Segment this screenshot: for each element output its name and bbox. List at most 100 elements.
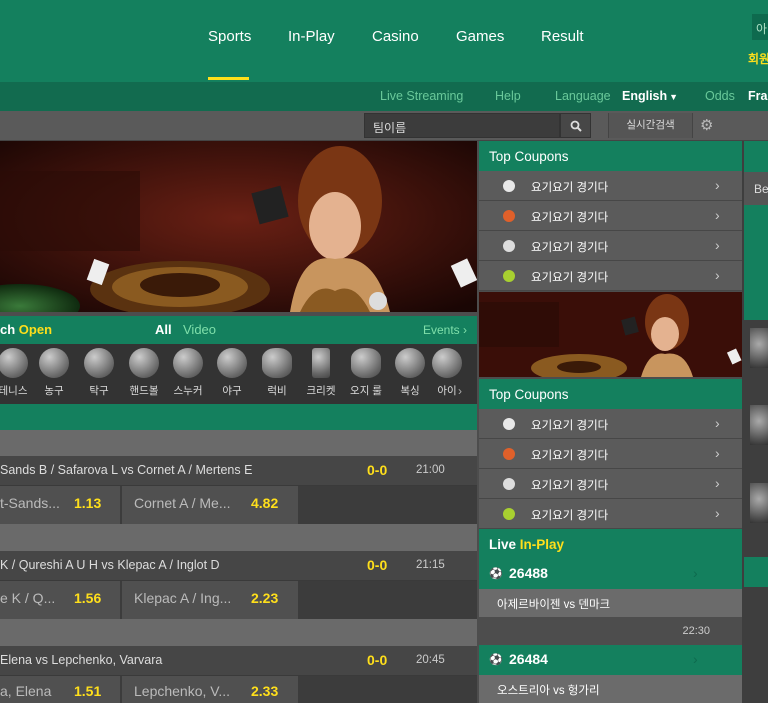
switch-title-open: Open [18, 322, 53, 337]
coupon-item[interactable]: 요기요기 경기다 › [479, 201, 742, 231]
coupon-item[interactable]: 요기요기 경기다 › [479, 261, 742, 291]
realtime-search-button[interactable]: 실시간검색 [608, 113, 693, 138]
language-value: English [622, 89, 668, 103]
match-separator [0, 619, 477, 646]
away-odds-value: 2.33 [251, 683, 279, 699]
away-odds-value: 2.23 [251, 590, 279, 606]
match-title-row[interactable]: K / Qureshi A U H vs Klepac A / Inglot D… [0, 551, 477, 581]
tennis-ball-icon [503, 508, 515, 520]
match-time: 21:00 [416, 464, 445, 476]
nav-in-play[interactable]: In-Play [288, 28, 335, 45]
sport-table-tennis[interactable]: 탁구 [77, 348, 121, 398]
nav-result[interactable]: Result [541, 28, 584, 45]
match-title: K / Qureshi A U H vs Klepac A / Inglot D [0, 558, 220, 572]
member-link[interactable]: 회원 [748, 50, 768, 67]
nav-casino[interactable]: Casino [372, 28, 419, 45]
live-event-header[interactable]: ⚽ 26488 › [479, 559, 742, 589]
away-odds-button[interactable]: Lepchenko, V... 2.33 [122, 676, 300, 703]
match-time: 20:45 [416, 654, 445, 666]
switch-title: ch Open [0, 322, 52, 337]
far-right-green-block [744, 205, 768, 320]
home-team-name: a, Elena [0, 683, 52, 699]
match-title-row[interactable]: Sands B / Safarova L vs Cornet A / Merte… [0, 456, 477, 486]
soccer-ball-icon [503, 180, 515, 192]
away-team-name: Cornet A / Me... [134, 495, 231, 511]
gear-icon[interactable]: ⚙ [700, 116, 713, 134]
ice-hockey-icon [432, 348, 462, 378]
home-odds-button[interactable]: e K / Q... 1.56 [0, 581, 122, 619]
sport-baseball[interactable]: 야구 [210, 348, 254, 398]
sport-basketball[interactable]: 농구 [32, 348, 76, 398]
away-odds-button[interactable]: Cornet A / Me... 4.82 [122, 486, 300, 524]
top-coupons-heading: Top Coupons [479, 379, 742, 409]
home-odds-value: 1.56 [74, 590, 102, 606]
thumbnail[interactable] [750, 405, 768, 445]
away-odds-button[interactable]: Klepac A / Ing... 2.23 [122, 581, 300, 619]
basketball-icon [39, 348, 69, 378]
coupon-item[interactable]: 요기요기 경기다 › [479, 499, 742, 529]
coupon-item[interactable]: 요기요기 경기다 › [479, 469, 742, 499]
team-search-input[interactable]: 팀이름 [364, 113, 560, 138]
language-select[interactable]: English ▼ [622, 89, 678, 103]
basketball-icon [503, 448, 515, 460]
user-box[interactable]: 아 [752, 14, 768, 40]
sport-cricket[interactable]: 크리켓 [299, 348, 343, 398]
live-event-teams[interactable]: 아제르바이젠 vs 덴마크 [479, 589, 742, 617]
odds-format-select[interactable]: Frac [748, 89, 768, 103]
coupon-label: 요기요기 경기다 [531, 510, 609, 522]
baseball-icon [217, 348, 247, 378]
search-button[interactable] [560, 113, 591, 138]
away-team-name: Klepac A / Ing... [134, 590, 232, 606]
sport-rugby[interactable]: 럭비 [255, 348, 299, 398]
live-event-header[interactable]: ⚽ 26484 › [479, 645, 742, 675]
sport-label: 오지 룰 [350, 385, 382, 397]
sport-handball[interactable]: 핸드볼 [122, 348, 166, 398]
odds-label: Odds [705, 89, 735, 103]
sport-ice-hockey[interactable]: 아이 [425, 348, 469, 398]
thumbnail[interactable] [750, 483, 768, 523]
sport-tennis[interactable]: 테니스 [0, 348, 35, 398]
chevron-right-icon: › [715, 445, 720, 461]
match-separator [0, 430, 477, 456]
scroll-right-icon[interactable]: › [458, 384, 462, 398]
tab-video[interactable]: Video [183, 322, 216, 337]
boxing-glove-icon [395, 348, 425, 378]
sport-label: 크리켓 [306, 385, 336, 397]
match-score: 0-0 [367, 462, 388, 478]
sport-label: 핸드볼 [129, 385, 159, 397]
far-right-tab[interactable]: Be [744, 172, 768, 205]
live-streaming-link[interactable]: Live Streaming [380, 89, 463, 103]
basketball-icon [503, 210, 515, 222]
home-odds-button[interactable]: t-Sands... 1.13 [0, 486, 122, 524]
chevron-right-icon: › [463, 323, 468, 337]
coupon-item[interactable]: 요기요기 경기다 › [479, 439, 742, 469]
help-link[interactable]: Help [495, 89, 521, 103]
casino-banner[interactable] [0, 141, 477, 312]
thumbnail[interactable] [750, 328, 768, 368]
coupon-label: 요기요기 경기다 [531, 182, 609, 194]
table-tennis-icon [84, 348, 114, 378]
nav-games[interactable]: Games [456, 28, 504, 45]
away-team-name: Lepchenko, V... [134, 683, 231, 699]
events-link[interactable]: Events › [423, 323, 467, 337]
soccer-ball-icon [503, 418, 515, 430]
live-event-teams[interactable]: 오스트리아 vs 헝가리 [479, 675, 742, 703]
sport-label: 스누커 [173, 385, 203, 397]
home-odds-button[interactable]: a, Elena 1.51 [0, 676, 122, 703]
coupon-item[interactable]: 요기요기 경기다 › [479, 231, 742, 261]
sport-aussie-rules[interactable]: 오지 룰 [344, 348, 388, 398]
sport-snooker[interactable]: 스누커 [166, 348, 210, 398]
coupon-label: 요기요기 경기다 [531, 242, 609, 254]
sport-label: 탁구 [89, 385, 109, 397]
soccer-ball-icon: ⚽ [489, 568, 503, 580]
top-coupons-heading: Top Coupons [479, 141, 742, 171]
chevron-right-icon: › [715, 207, 720, 223]
nav-sports[interactable]: Sports [208, 28, 251, 45]
match-title-row[interactable]: Elena vs Lepchenko, Varvara 0-0 20:45 [0, 646, 477, 676]
coupon-item[interactable]: 요기요기 경기다 › [479, 409, 742, 439]
coupon-item[interactable]: 요기요기 경기다 › [479, 171, 742, 201]
chevron-right-icon: › [693, 565, 698, 581]
far-right-header [744, 141, 768, 172]
casino-mini-banner[interactable] [479, 292, 742, 377]
tab-all[interactable]: All [155, 322, 172, 337]
